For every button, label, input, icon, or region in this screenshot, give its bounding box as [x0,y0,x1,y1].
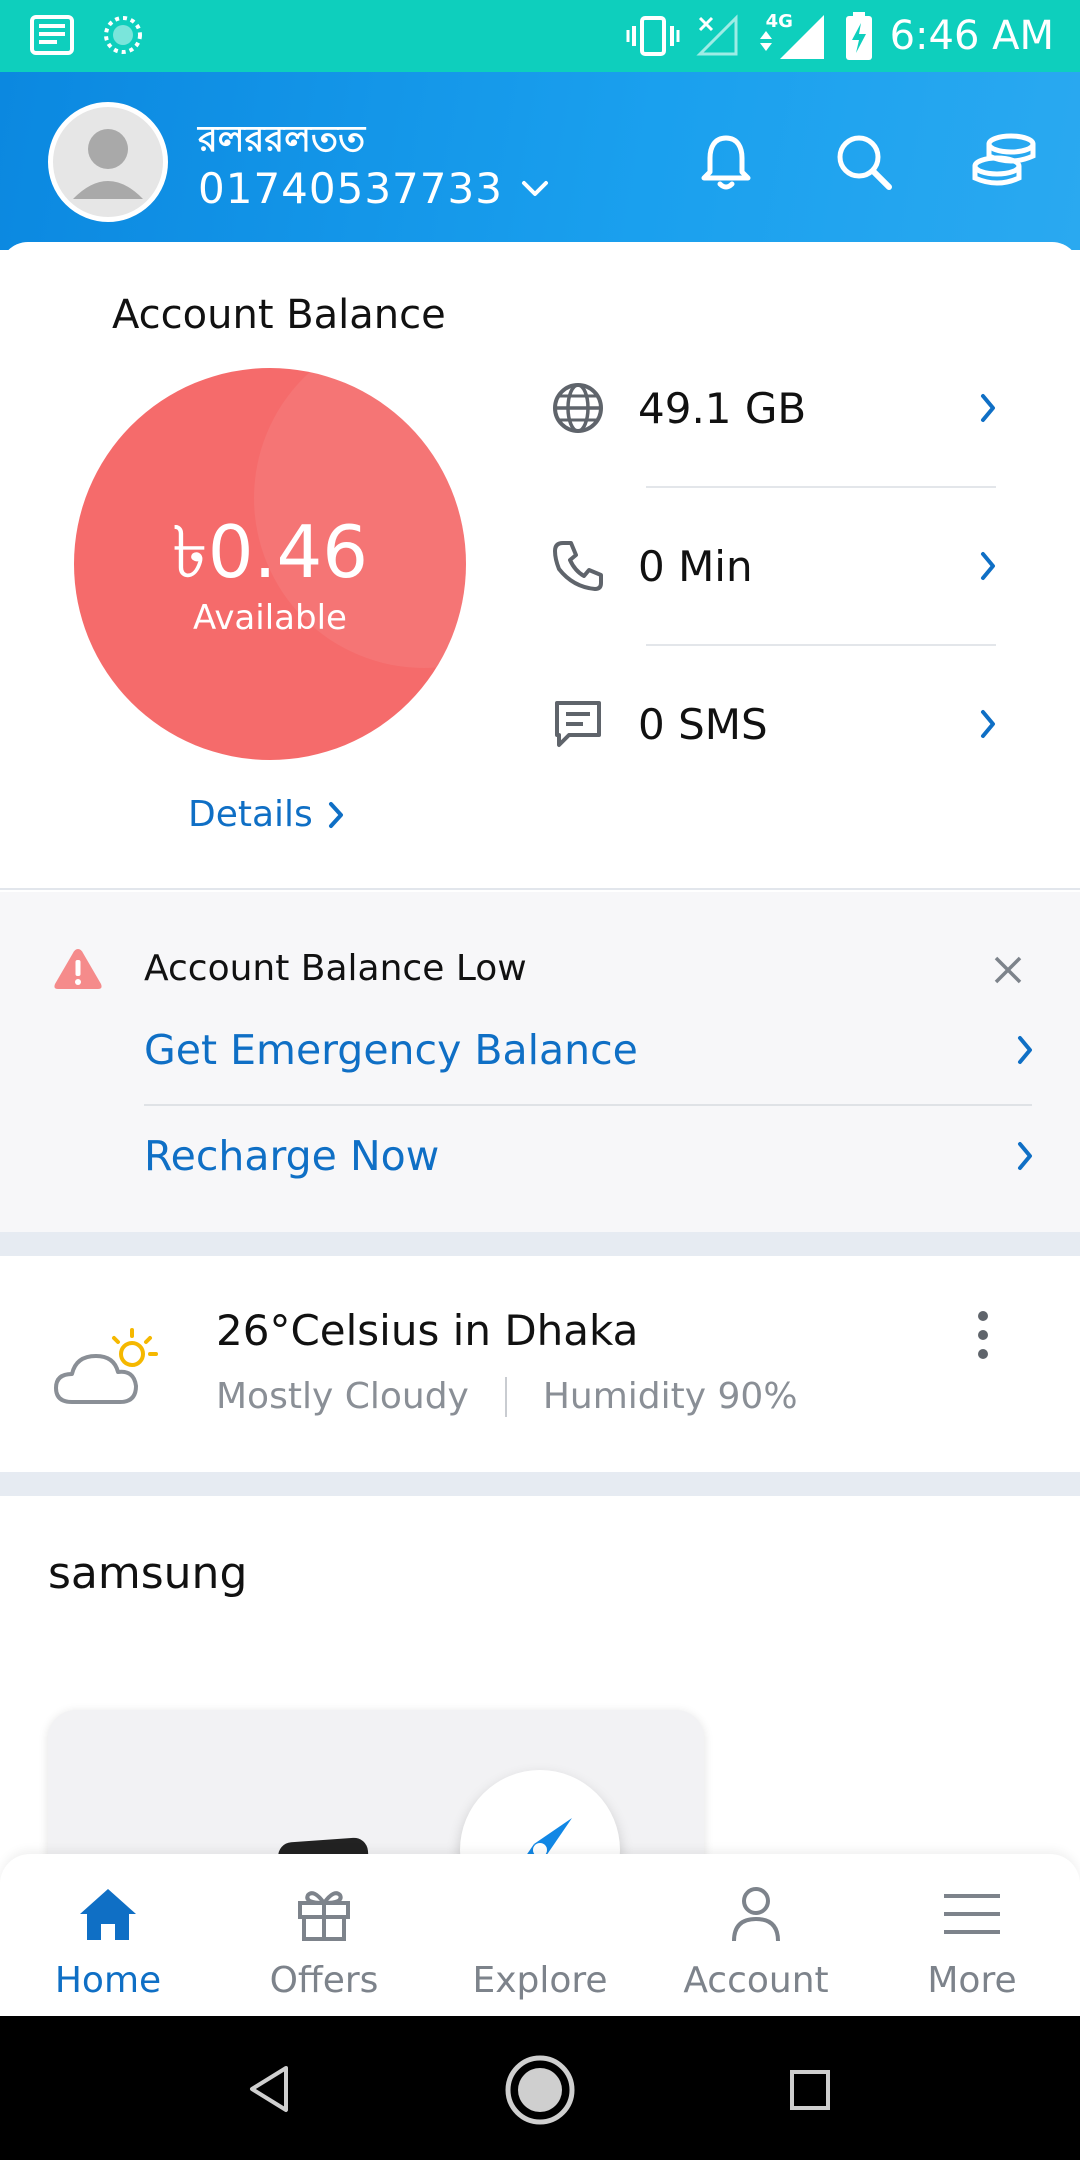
status-left [30,14,144,56]
emergency-balance-link[interactable]: Get Emergency Balance [144,1026,1034,1074]
recharge-now-label: Recharge Now [144,1132,440,1180]
usage-row-data[interactable]: 49.1 GB [548,368,1008,448]
nav-account-label: Account [683,1960,829,2001]
nav-offers[interactable]: Offers [224,1882,424,2001]
user-name: রলররলতত [198,119,366,160]
phone-number: 01740537733 [198,164,503,213]
low-balance-alert: Account Balance Low Get Emergency Balanc… [0,892,1080,1232]
balance-available-label: Available [193,598,347,638]
sync-notification-icon [104,16,142,54]
alert-title: Account Balance Low [144,948,527,989]
balance-circle[interactable]: ৳0.46 Available [74,368,466,760]
balance-title: Account Balance [112,292,446,338]
back-icon[interactable] [246,2064,292,2114]
chevron-down-icon [521,180,548,196]
status-right: 4G 6:46 AM [626,8,1054,64]
battery-charging-icon [845,12,872,60]
chevron-right-icon [1018,1142,1032,1170]
usage-minutes-value: 0 Min [638,541,753,591]
phone-number-selector[interactable]: 01740537733 [198,164,549,213]
network-type: 4G [756,11,828,61]
usage-divider [646,486,996,488]
close-icon[interactable] [992,954,1024,986]
emergency-balance-label: Get Emergency Balance [144,1026,638,1074]
search-icon [837,135,892,190]
chevron-right-icon [968,550,1008,582]
nav-more[interactable]: More [872,1882,1072,2001]
bottom-nav: Home Offers Explore Account More [0,1854,1080,2016]
weather-divider [504,1376,507,1417]
system-nav-bar [0,2016,1080,2160]
section-separator [0,1472,1080,1496]
gift-icon [292,1882,356,1946]
vibrate-icon [626,16,680,56]
signal-icon [759,15,824,59]
user-icon [724,1882,788,1946]
nav-explore[interactable]: Explore [440,1882,640,2001]
usage-sms-value: 0 SMS [638,699,768,749]
usage-divider [646,644,996,646]
nav-home[interactable]: Home [8,1882,208,2001]
search-button[interactable] [828,126,900,198]
chevron-right-icon [1018,1036,1032,1064]
weather-details: Mostly Cloudy Humidity 90% [216,1376,798,1417]
status-bar: 4G 6:46 AM [0,0,1080,72]
balance-card: Account Balance ৳0.46 Available Details … [0,242,1080,890]
notifications-button[interactable] [690,126,762,198]
weather-title: 26°Celsius in Dhaka [216,1306,639,1355]
sms-icon [548,694,608,754]
phone-icon [548,536,608,596]
home-icon [76,1882,140,1946]
recharge-now-link[interactable]: Recharge Now [144,1132,1034,1180]
usage-row-sms[interactable]: 0 SMS [548,684,1008,764]
clock: 6:46 AM [889,13,1054,59]
globe-icon [548,378,608,438]
details-label: Details [188,794,313,835]
partly-cloudy-icon [54,1328,158,1404]
warning-icon [54,949,102,989]
more-vertical-icon[interactable] [970,1308,996,1362]
nav-explore-spacer [508,1882,572,1946]
recents-icon[interactable] [788,2068,832,2112]
nav-more-label: More [927,1960,1017,2001]
weather-humidity: Humidity 90% [542,1376,798,1417]
nav-account[interactable]: Account [656,1882,856,2001]
rewards-button[interactable] [968,126,1040,198]
chevron-right-icon [968,708,1008,740]
usage-row-minutes[interactable]: 0 Min [548,526,1008,606]
coins-icon [972,133,1036,186]
nav-explore-label: Explore [472,1960,608,2001]
nav-home-label: Home [54,1960,162,2001]
user-avatar-icon [73,129,143,199]
app-screen: 4G 6:46 AM রলররলতত 01740537733 Account B… [0,0,1080,2160]
home-circle-icon[interactable] [504,2054,576,2126]
section-separator [0,1232,1080,1256]
bell-icon [701,135,751,190]
nav-offers-label: Offers [269,1960,379,2001]
avatar[interactable] [48,102,168,222]
menu-icon [940,1882,1004,1946]
chevron-right-icon [968,392,1008,424]
usage-data-value: 49.1 GB [638,383,807,433]
alert-divider [144,1104,1032,1106]
no-signal-icon [695,14,738,56]
weather-card[interactable]: 26°Celsius in Dhaka Mostly Cloudy Humidi… [0,1256,1080,1472]
news-notification-icon [30,15,74,55]
weather-condition: Mostly Cloudy [216,1376,469,1417]
chevron-right-icon [328,801,343,828]
app-header: রলররলতত 01740537733 [0,72,1080,250]
details-link[interactable]: Details [188,794,345,835]
samsung-title: samsung [48,1548,248,1599]
